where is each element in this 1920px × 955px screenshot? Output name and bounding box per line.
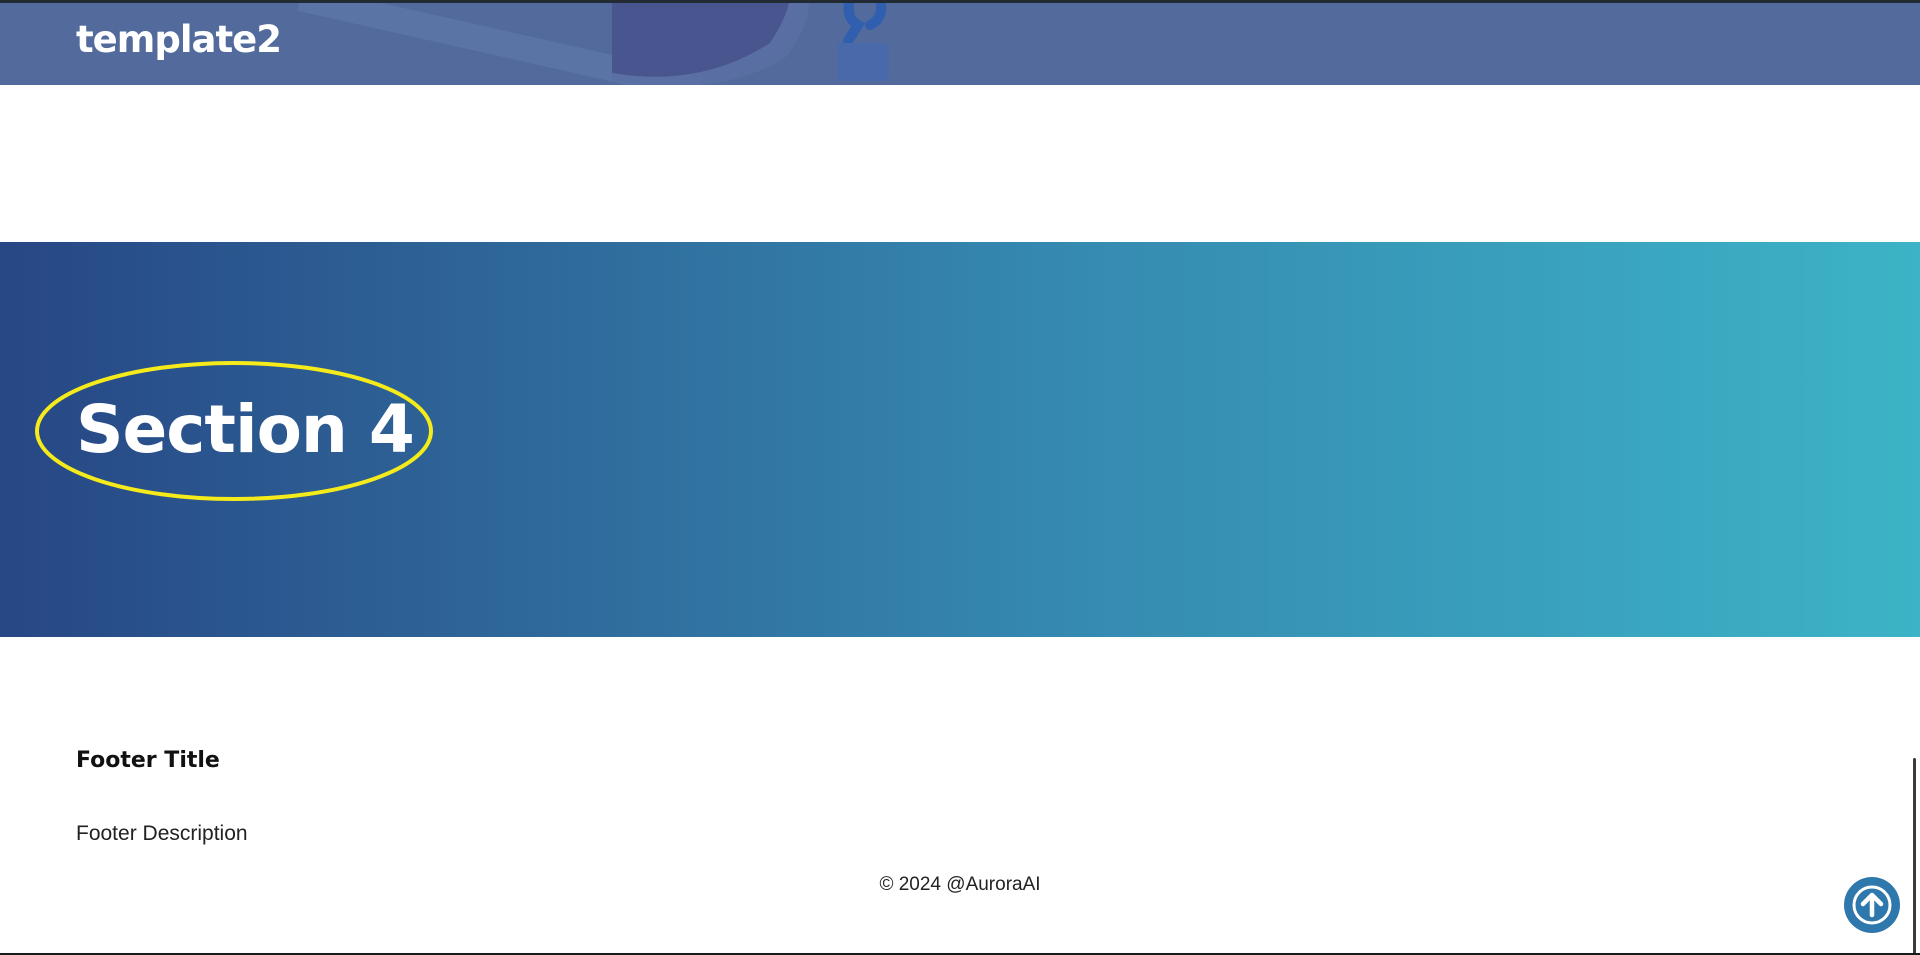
site-logo-text[interactable]: template2 — [76, 21, 282, 58]
page: template2 Section 4 Footer Title Footer … — [0, 0, 1920, 955]
arrow-up-icon — [1852, 885, 1892, 925]
section-4-banner: Section 4 — [0, 242, 1920, 637]
footer-title: Footer Title — [76, 748, 220, 773]
section-title: Section 4 — [76, 391, 415, 468]
scrollbar-thumb[interactable] — [1913, 758, 1916, 953]
site-header: template2 — [0, 3, 1920, 85]
scroll-to-top-button[interactable] — [1844, 877, 1900, 933]
copyright-text: © 2024 @AuroraAI — [879, 874, 1041, 895]
header-illustration — [297, 3, 889, 85]
footer-description: Footer Description — [76, 822, 248, 845]
